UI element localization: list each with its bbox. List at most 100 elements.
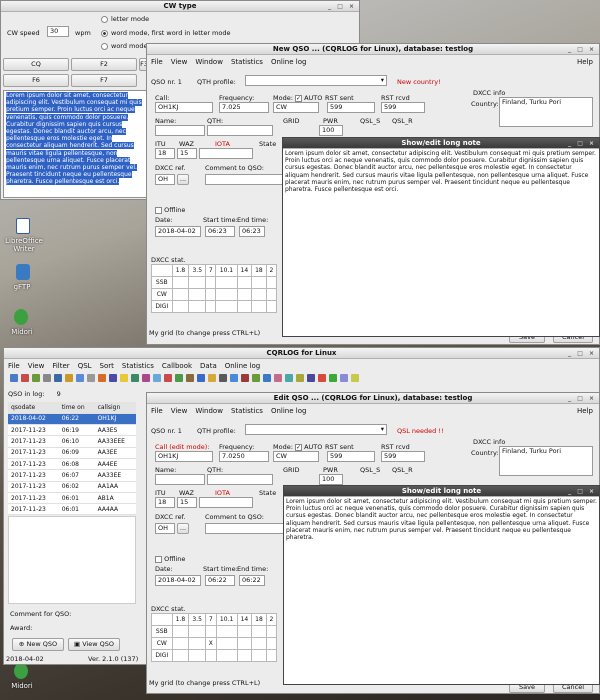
- macro-button-f2[interactable]: F2: [71, 58, 137, 71]
- name-input[interactable]: [155, 474, 205, 485]
- cw-text-area[interactable]: Lorem ipsum dolor sit amet, consectetur …: [3, 90, 149, 198]
- toolbar-icon[interactable]: [328, 374, 337, 382]
- table-row[interactable]: 2017-11-23 06:07 AA33EE: [8, 469, 136, 482]
- rst-rcvd-input[interactable]: 599: [381, 451, 425, 462]
- toolbar-icon[interactable]: [119, 374, 128, 382]
- toolbar-icon[interactable]: [251, 374, 260, 382]
- long-note-textarea[interactable]: Lorem ipsum dolor sit amet, consectetur …: [284, 497, 599, 684]
- toolbar-icon[interactable]: [339, 374, 348, 382]
- table-row[interactable]: 2017-11-23 06:01 AA4AA: [8, 503, 136, 516]
- pwr-input[interactable]: 100: [319, 474, 343, 485]
- dxcc-ref-button[interactable]: ...: [177, 174, 189, 185]
- menu-sort[interactable]: Sort: [100, 362, 114, 370]
- rst-rcvd-input[interactable]: 599: [381, 102, 425, 113]
- toolbar-icon[interactable]: [141, 374, 150, 382]
- toolbar-icon[interactable]: [86, 374, 95, 382]
- dxcc-ref-input[interactable]: OH: [155, 523, 175, 534]
- midori-icon[interactable]: [14, 309, 28, 325]
- date-input[interactable]: 2018-04-02: [155, 226, 201, 237]
- menu-online-log[interactable]: Online log: [271, 58, 306, 66]
- window-controls[interactable]: _ □ ×: [568, 393, 596, 404]
- toolbar-icon[interactable]: [317, 374, 326, 382]
- window-controls[interactable]: _ □ ×: [568, 486, 596, 497]
- toolbar-icon[interactable]: [75, 374, 84, 382]
- table-row[interactable]: 2017-11-23 06:19 AA3ES: [8, 424, 136, 437]
- menu-filter[interactable]: Filter: [52, 362, 69, 370]
- view-qso-button[interactable]: ▣ View QSO: [68, 638, 120, 651]
- column-header[interactable]: time on: [58, 402, 95, 414]
- menu-statistics[interactable]: Statistics: [231, 407, 263, 415]
- toolbar-icon[interactable]: [130, 374, 139, 382]
- macro-button-f7[interactable]: F7: [71, 74, 137, 87]
- mode-select[interactable]: CW: [273, 451, 319, 462]
- call-input[interactable]: OH1KJ: [155, 451, 213, 462]
- menu-window[interactable]: Window: [195, 407, 223, 415]
- radio-word-mode-first[interactable]: word mode, first word in letter mode: [101, 29, 231, 37]
- dxcc-ref-button[interactable]: ...: [177, 523, 189, 534]
- radio-letter-mode[interactable]: letter mode: [101, 15, 149, 23]
- call-input[interactable]: OH1KJ: [155, 102, 213, 113]
- menu-statistics[interactable]: Statistics: [231, 58, 263, 66]
- toolbar-icon[interactable]: [42, 374, 51, 382]
- menu-data[interactable]: Data: [200, 362, 217, 370]
- toolbar-icon[interactable]: [295, 374, 304, 382]
- name-input[interactable]: [155, 125, 205, 136]
- frequency-input[interactable]: 7.025: [219, 102, 269, 113]
- date-input[interactable]: 2018-04-02: [155, 575, 201, 586]
- menu-file[interactable]: File: [151, 407, 163, 415]
- start-time-input[interactable]: 06:22: [205, 575, 235, 586]
- long-note-textarea[interactable]: Lorem ipsum dolor sit amet, consectetur …: [283, 149, 599, 336]
- column-header[interactable]: callsign: [94, 402, 136, 414]
- itu-input[interactable]: 18: [155, 497, 175, 508]
- table-row[interactable]: 2017-11-23 06:01 AB1A: [8, 492, 136, 505]
- table-row[interactable]: 2017-11-23 06:02 AA1AA: [8, 481, 136, 493]
- toolbar-icon[interactable]: [64, 374, 73, 382]
- table-row[interactable]: 2018-04-02 06:22 OH1KJ: [8, 413, 136, 426]
- menu-help[interactable]: Help: [577, 406, 593, 416]
- column-header[interactable]: qsodate: [8, 402, 59, 414]
- window-controls[interactable]: _ □ ×: [328, 1, 356, 12]
- toolbar-icon[interactable]: [196, 374, 205, 382]
- toolbar-icon[interactable]: [9, 374, 18, 382]
- pwr-input[interactable]: 100: [319, 125, 343, 136]
- new-qso-button[interactable]: ⊕ New QSO: [12, 638, 64, 651]
- offline-checkbox[interactable]: Offline: [155, 555, 185, 563]
- comment-input[interactable]: [205, 174, 285, 185]
- toolbar-icon[interactable]: [108, 374, 117, 382]
- menu-view[interactable]: View: [28, 362, 45, 370]
- cw-speed-spinner[interactable]: 30: [47, 26, 69, 37]
- waz-input[interactable]: 15: [177, 497, 197, 508]
- waz-input[interactable]: 15: [177, 148, 197, 159]
- toolbar-icon[interactable]: [240, 374, 249, 382]
- window-controls[interactable]: _ □ ×: [568, 138, 596, 149]
- toolbar-icon[interactable]: [174, 374, 183, 382]
- toolbar-icon[interactable]: [185, 374, 194, 382]
- start-time-input[interactable]: 06:23: [205, 226, 235, 237]
- comment-input[interactable]: [205, 523, 285, 534]
- qth-input[interactable]: [207, 474, 273, 485]
- rst-sent-input[interactable]: 599: [327, 102, 375, 113]
- window-controls[interactable]: _ □ ×: [568, 44, 596, 55]
- libreoffice-writer-icon[interactable]: [16, 218, 30, 234]
- toolbar-icon[interactable]: [53, 374, 62, 382]
- auto-checkbox[interactable]: ✓ AUTO: [295, 94, 322, 102]
- end-time-input[interactable]: 06:22: [239, 575, 265, 586]
- toolbar-icon[interactable]: [350, 374, 359, 382]
- macro-button-cq[interactable]: CQ: [3, 58, 69, 71]
- toolbar-icon[interactable]: [20, 374, 29, 382]
- menu-online-log[interactable]: Online log: [271, 407, 306, 415]
- qth-profile-select[interactable]: ▾: [245, 424, 387, 435]
- menu-view[interactable]: View: [171, 407, 188, 415]
- menu-callbook[interactable]: Callbook: [162, 362, 192, 370]
- menu-window[interactable]: Window: [195, 58, 223, 66]
- menu-online-log[interactable]: Online log: [225, 362, 260, 370]
- toolbar-icon[interactable]: [229, 374, 238, 382]
- qth-profile-select[interactable]: ▾: [245, 75, 387, 86]
- qth-input[interactable]: [207, 125, 273, 136]
- auto-checkbox[interactable]: ✓ AUTO: [295, 443, 322, 451]
- menu-statistics[interactable]: Statistics: [122, 362, 154, 370]
- table-row[interactable]: 2017-11-23 06:09 AA3EE: [8, 447, 136, 459]
- toolbar-icon[interactable]: [306, 374, 315, 382]
- toolbar-icon[interactable]: [152, 374, 161, 382]
- menu-help[interactable]: Help: [577, 57, 593, 67]
